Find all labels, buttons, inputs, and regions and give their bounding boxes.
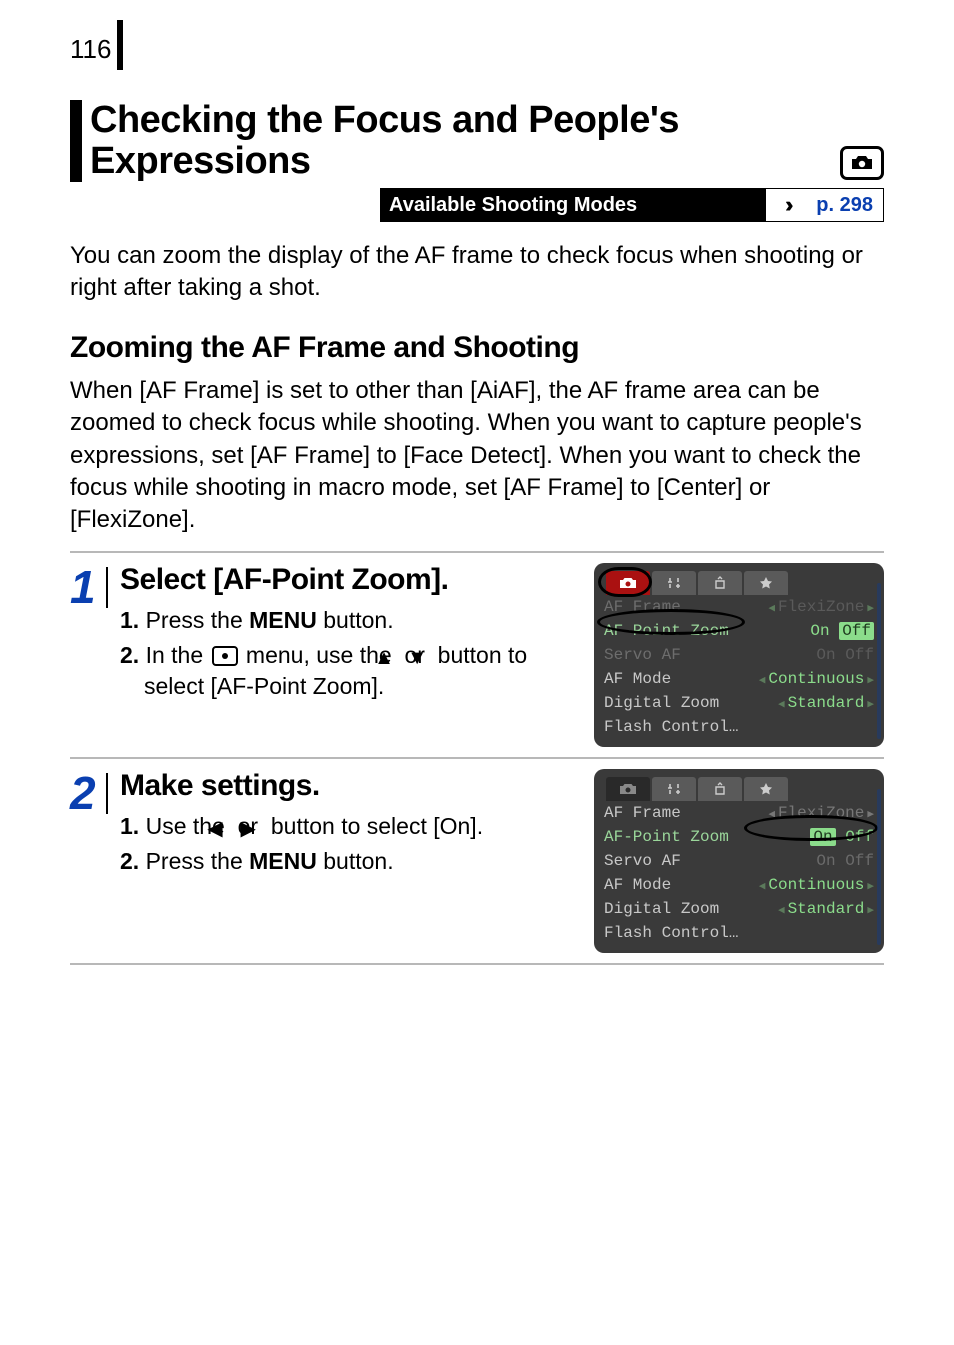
menu-row-af-point-zoom: AF-Point ZoomOn Off — [600, 825, 878, 849]
sub-heading: Zooming the AF Frame and Shooting — [70, 331, 884, 365]
step-number: 2 — [70, 773, 108, 814]
shooting-mode-icon — [840, 146, 884, 180]
step-title: Make settings. — [120, 769, 584, 803]
menu-row-flash-control: Flash Control… — [600, 715, 878, 739]
intro-paragraph: You can zoom the display of the AF frame… — [70, 240, 884, 305]
text: button. — [317, 848, 394, 874]
tab-favorites-icon — [744, 777, 788, 801]
chevrons-right-icon: ›› — [766, 189, 806, 221]
menu-row-af-mode: AF Mode◀Continuous▶ — [600, 667, 878, 691]
page-number-rule — [117, 20, 123, 70]
available-modes-bar: Available Shooting Modes ›› p. 298 — [380, 188, 884, 222]
sub-paragraph: When [AF Frame] is set to other than [Ai… — [70, 375, 884, 537]
menu-row-af-point-zoom: AF-Point ZoomOn Off — [600, 619, 878, 643]
tab-favorites-icon — [744, 571, 788, 595]
page-title: Checking the Focus and People's Expressi… — [90, 100, 832, 182]
text: Press the — [139, 848, 249, 874]
menu-button-label: MENU — [249, 607, 317, 633]
available-modes-label: Available Shooting Modes — [381, 189, 766, 221]
tab-mycamera-icon — [698, 571, 742, 595]
menu-row-servo-af: Servo AFOn Off — [600, 849, 878, 873]
text: In the — [139, 642, 209, 668]
menu-row-digital-zoom: Digital Zoom◀Standard▶ — [600, 897, 878, 921]
menu-row-af-mode: AF Mode◀Continuous▶ — [600, 873, 878, 897]
scrollbar-hint — [877, 583, 881, 739]
step-instructions: 1. Press the MENU button. 2. In the menu… — [120, 605, 584, 702]
step-2: 2 Make settings. 1. Use the ◀ or ▶ butto… — [70, 757, 884, 965]
step-1: 1 Select [AF-Point Zoom]. 1. Press the M… — [70, 551, 884, 757]
text: Press the — [139, 607, 249, 633]
menu-button-label: MENU — [249, 848, 317, 874]
menu-row-flash-control: Flash Control… — [600, 921, 878, 945]
step-instructions: 1. Use the ◀ or ▶ button to select [On].… — [120, 811, 584, 877]
text: button. — [317, 607, 394, 633]
list-marker: 2. — [120, 642, 139, 668]
menu-row-af-frame: AF Frame◀FlexiZone▶ — [600, 595, 878, 619]
camera-menu-screenshot-1: AF Frame◀FlexiZone▶ AF-Point ZoomOn Off … — [594, 563, 884, 747]
available-modes-link[interactable]: p. 298 — [806, 189, 883, 221]
list-marker: 1. — [120, 607, 139, 633]
heading-block: Checking the Focus and People's Expressi… — [70, 100, 884, 182]
list-marker: 1. — [120, 813, 139, 839]
menu-row-digital-zoom: Digital Zoom◀Standard▶ — [600, 691, 878, 715]
scrollbar-hint — [877, 789, 881, 945]
step-title: Select [AF-Point Zoom]. — [120, 563, 584, 597]
list-marker: 2. — [120, 848, 139, 874]
tab-shooting-icon — [606, 571, 650, 595]
tab-shooting-icon — [606, 777, 650, 801]
camera-menu-screenshot-2: AF Frame◀FlexiZone▶ AF-Point ZoomOn Off … — [594, 769, 884, 953]
step-number: 1 — [70, 567, 108, 608]
page-number: 116 — [70, 20, 117, 65]
tab-mycamera-icon — [698, 777, 742, 801]
menu-row-servo-af: Servo AFOn Off — [600, 643, 878, 667]
tab-tools-icon — [652, 777, 696, 801]
page-number-block: 116 — [70, 20, 884, 70]
tab-tools-icon — [652, 571, 696, 595]
menu-row-af-frame: AF Frame◀FlexiZone▶ — [600, 801, 878, 825]
text: button to select [On]. — [264, 813, 483, 839]
heading-bar — [70, 100, 82, 182]
rec-menu-icon — [212, 646, 238, 666]
